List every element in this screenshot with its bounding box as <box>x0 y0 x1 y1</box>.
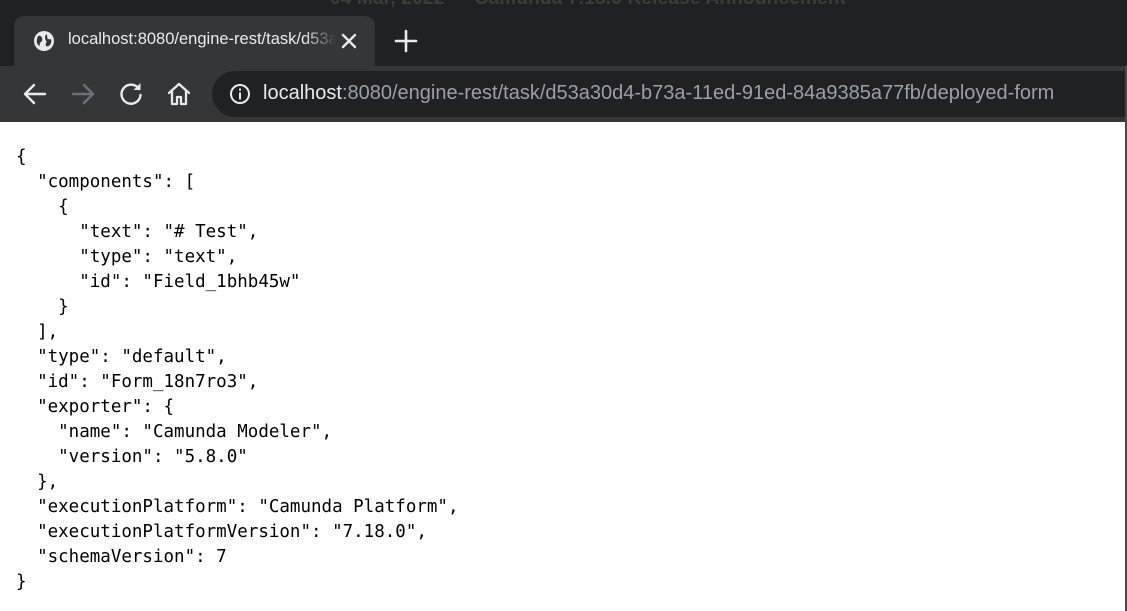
tab-strip: 04 Mar, 2022 — Camunda 7.18.0 Release An… <box>0 0 1127 66</box>
url-text[interactable]: localhost:8080/engine-rest/task/d53a30d4… <box>263 82 1054 105</box>
json-response-body: { "components": [ { "text": "# Test", "t… <box>16 147 459 592</box>
info-icon[interactable] <box>229 83 251 105</box>
close-icon[interactable] <box>338 30 360 52</box>
home-icon[interactable] <box>165 80 193 108</box>
url-host: localhost <box>263 82 342 104</box>
arrow-right-icon[interactable] <box>69 80 97 108</box>
browser-toolbar: localhost:8080/engine-rest/task/d53a30d4… <box>0 66 1127 122</box>
tab-title: localhost:8080/engine-rest/task/d53a30d4… <box>68 30 336 48</box>
arrow-left-icon[interactable] <box>21 80 49 108</box>
page-content: { "components": [ { "text": "# Test", "t… <box>0 122 1127 611</box>
tab-active[interactable]: localhost:8080/engine-rest/task/d53a30d4… <box>14 16 375 66</box>
globe-icon <box>34 31 54 51</box>
url-path: :8080/engine-rest/task/d53a30d4-b73a-11e… <box>341 82 1055 104</box>
window-title-behind: 04 Mar, 2022 — Camunda 7.18.0 Release An… <box>330 0 846 10</box>
address-bar[interactable]: localhost:8080/engine-rest/task/d53a30d4… <box>212 71 1127 117</box>
browser-window: 04 Mar, 2022 — Camunda 7.18.0 Release An… <box>0 0 1127 611</box>
plus-icon[interactable] <box>393 28 419 54</box>
reload-icon[interactable] <box>117 80 145 108</box>
